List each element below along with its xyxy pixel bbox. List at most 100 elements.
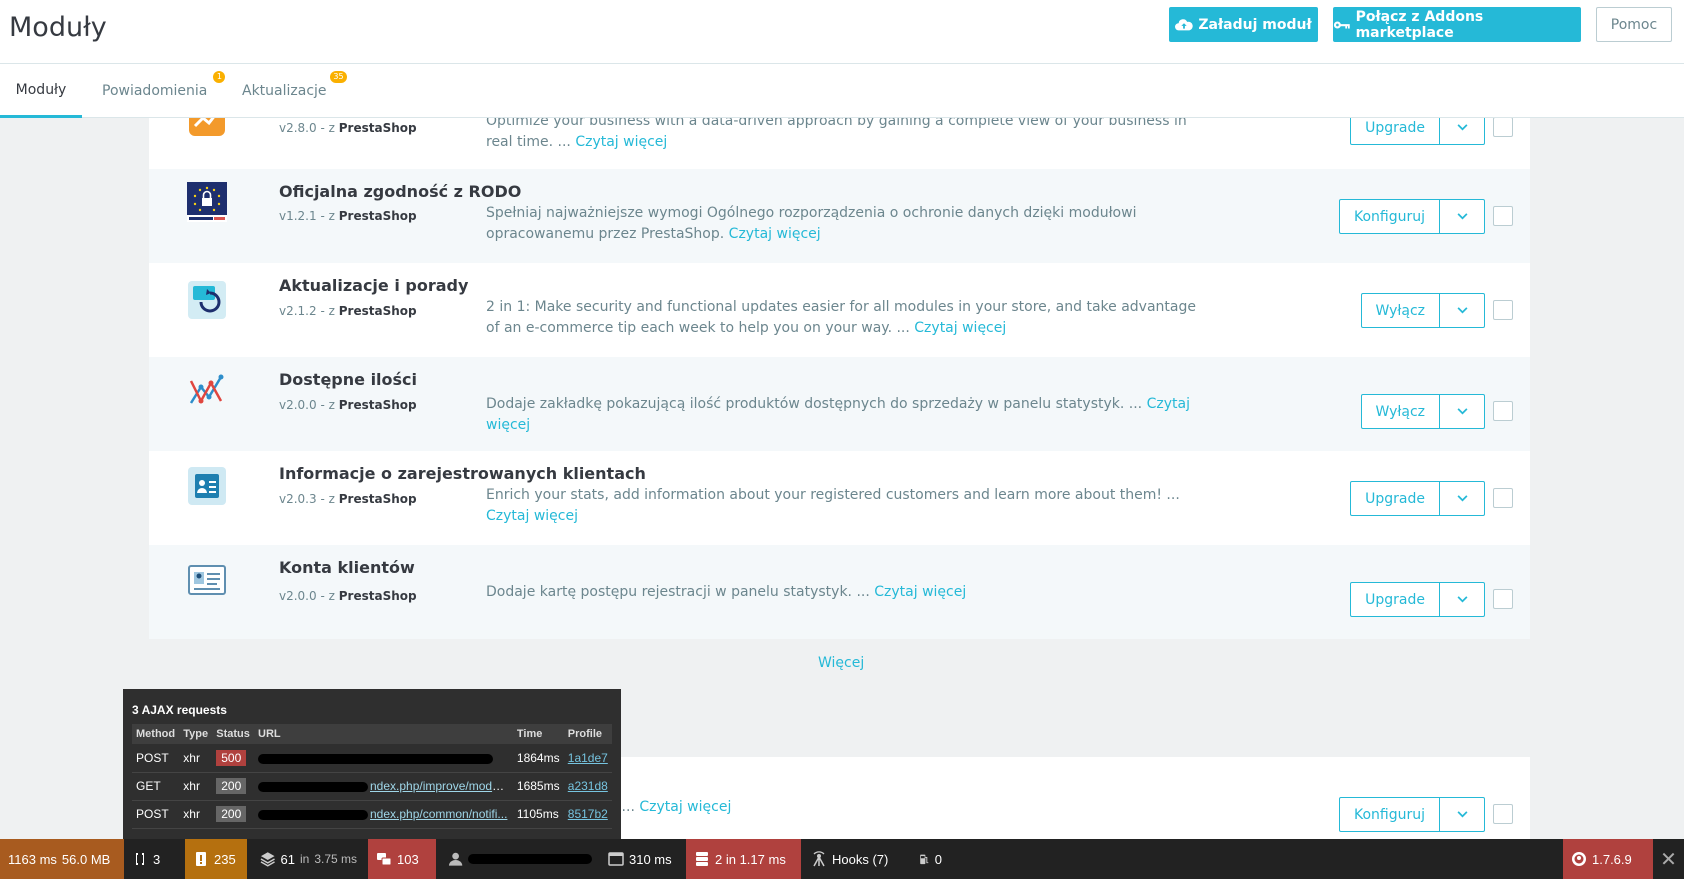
action-dropdown-toggle[interactable] [1440, 200, 1484, 233]
configure-button[interactable]: Konfiguruj [1340, 200, 1440, 233]
debug-user[interactable] [440, 839, 600, 879]
module-checkbox[interactable] [1493, 401, 1513, 421]
tab-modules-label: Moduły [15, 81, 67, 98]
status-cell: 200 [212, 772, 254, 801]
chevron-down-icon [1457, 495, 1467, 502]
tab-notifications[interactable]: Powiadomienia 1 [102, 64, 226, 118]
read-more-link[interactable]: Czytaj więcej [575, 134, 667, 150]
url-cell: ndex.php/improve/modu... [254, 772, 513, 801]
close-icon[interactable]: ✕ [1653, 839, 1684, 879]
module-action-group: Wyłącz [1360, 394, 1485, 429]
configure-button[interactable]: Konfiguruj [1340, 798, 1440, 831]
ajax-requests-panel: 3 AJAX requests Method Type Status URL T… [123, 689, 621, 839]
status-cell: 500 [212, 744, 254, 773]
modules-count: 0 [934, 851, 942, 867]
ajax-panel-title: 3 AJAX requests [132, 703, 227, 717]
debug-cache[interactable]: 2 in 1.17 ms [686, 839, 801, 879]
antenna-icon [813, 851, 825, 867]
module-description: 2 in 1: Make security and functional upd… [486, 299, 1196, 336]
type-cell: xhr [179, 772, 213, 801]
document-alert-icon [196, 852, 206, 866]
read-more-link[interactable]: Czytaj więcej [639, 799, 731, 815]
table-row: POST xhr 500 1864ms 1a1de7 [132, 744, 612, 773]
profile-link[interactable]: 8517b2 [568, 807, 608, 821]
status-badge: 200 [216, 778, 247, 794]
column-header: Status [212, 724, 254, 744]
action-dropdown-toggle[interactable] [1440, 482, 1484, 515]
module-row: Dostępne ilości v2.0.0 - z PrestaShop Do… [149, 357, 1530, 451]
module-action-group: Konfiguruj [1338, 199, 1485, 234]
read-more-link[interactable]: Czytaj więcej [914, 320, 1006, 336]
debug-logs[interactable]: 103 [368, 839, 436, 879]
module-description: Optimize your business with a data-drive… [486, 118, 1187, 150]
method-cell: POST [132, 744, 180, 773]
translation-icon [377, 853, 392, 866]
show-more-link[interactable]: Więcej [818, 655, 864, 671]
method-cell: GET [132, 772, 180, 801]
module-description: Spełniaj najważniejsze wymogi Ogólnego r… [486, 205, 1137, 242]
upload-module-button[interactable]: Załaduj moduł [1169, 7, 1318, 42]
action-dropdown-toggle[interactable] [1440, 395, 1484, 428]
chevron-down-icon [1457, 213, 1467, 220]
db-time: 3.75 ms [314, 852, 357, 866]
debug-hooks[interactable]: Hooks (7) [803, 839, 903, 879]
profile-link[interactable]: 1a1de7 [568, 751, 608, 765]
analytics-chart-icon [186, 118, 228, 139]
module-row: Oficjalna zgodność z RODO v1.2.1 - z Pre… [149, 169, 1530, 263]
read-more-link[interactable]: Czytaj więcej [486, 508, 578, 524]
upgrade-button[interactable]: Upgrade [1351, 118, 1440, 144]
hooks-count: Hooks (7) [832, 851, 889, 867]
module-checkbox[interactable] [1493, 206, 1513, 226]
config-count: 235 [214, 851, 236, 867]
column-header: Method [132, 724, 180, 744]
module-action-group: Wyłącz [1360, 293, 1485, 328]
cloud-upload-icon [1175, 18, 1194, 30]
ajax-requests-table: Method Type Status URL Time Profile POST… [132, 724, 612, 829]
module-checkbox[interactable] [1493, 589, 1513, 609]
module-action-group: Upgrade [1350, 118, 1485, 145]
debug-ajax[interactable]: 3 [124, 839, 174, 879]
eu-lock-icon [186, 181, 228, 223]
request-url[interactable]: ndex.php/improve/modu... [258, 779, 508, 793]
module-checkbox[interactable] [1493, 300, 1513, 320]
module-checkbox[interactable] [1493, 804, 1513, 824]
module-checkbox[interactable] [1493, 118, 1513, 137]
debug-render[interactable]: 310 ms [600, 839, 685, 879]
tab-modules[interactable]: Moduły [0, 64, 82, 118]
action-dropdown-toggle[interactable] [1440, 118, 1484, 144]
module-row: Aktualizacje i porady v2.1.2 - z PrestaS… [149, 263, 1530, 357]
chevron-down-icon [1457, 811, 1467, 818]
page-title: Moduły [9, 12, 107, 43]
module-row: Informacje o zarejestrowanych klientach … [149, 451, 1530, 545]
action-dropdown-toggle[interactable] [1440, 294, 1484, 327]
debug-modules[interactable]: 0 [910, 839, 950, 879]
debug-version[interactable]: 1.7.6.9 [1563, 839, 1653, 879]
request-url[interactable]: ndex.php/common/notifi... [258, 807, 508, 821]
table-row: GET xhr 200 ndex.php/improve/modu... 168… [132, 772, 612, 801]
debug-time-memory[interactable]: 1163 ms 56.0 MB [0, 839, 124, 879]
profile-link[interactable]: a231d8 [568, 779, 608, 793]
read-more-link[interactable]: Czytaj więcej [874, 584, 966, 600]
cache-stats: 2 in 1.17 ms [715, 851, 786, 867]
upgrade-button[interactable]: Upgrade [1351, 482, 1440, 515]
memory-usage: 56.0 MB [61, 851, 111, 867]
type-cell: xhr [179, 800, 213, 829]
tab-updates[interactable]: Aktualizacje 35 [242, 64, 347, 118]
ajax-icon [136, 853, 144, 865]
disable-button[interactable]: Wyłącz [1362, 294, 1440, 327]
debug-config[interactable]: 235 [185, 839, 247, 879]
upgrade-button[interactable]: Upgrade [1351, 583, 1440, 616]
debug-database[interactable]: 61 in 3.75 ms [252, 839, 365, 879]
read-more-link[interactable]: Czytaj więcej [729, 226, 821, 242]
action-dropdown-toggle[interactable] [1440, 583, 1484, 616]
request-url[interactable] [258, 751, 508, 765]
redacted-block [258, 810, 368, 821]
action-dropdown-toggle[interactable] [1440, 798, 1484, 831]
column-header: URL [254, 724, 513, 744]
url-cell [254, 744, 513, 773]
module-version: v2.0.0 - z PrestaShop [279, 398, 417, 412]
disable-button[interactable]: Wyłącz [1362, 395, 1440, 428]
connect-addons-button[interactable]: Połącz z Addons marketplace [1333, 7, 1581, 42]
module-checkbox[interactable] [1493, 488, 1513, 508]
help-button[interactable]: Pomoc [1596, 7, 1672, 42]
